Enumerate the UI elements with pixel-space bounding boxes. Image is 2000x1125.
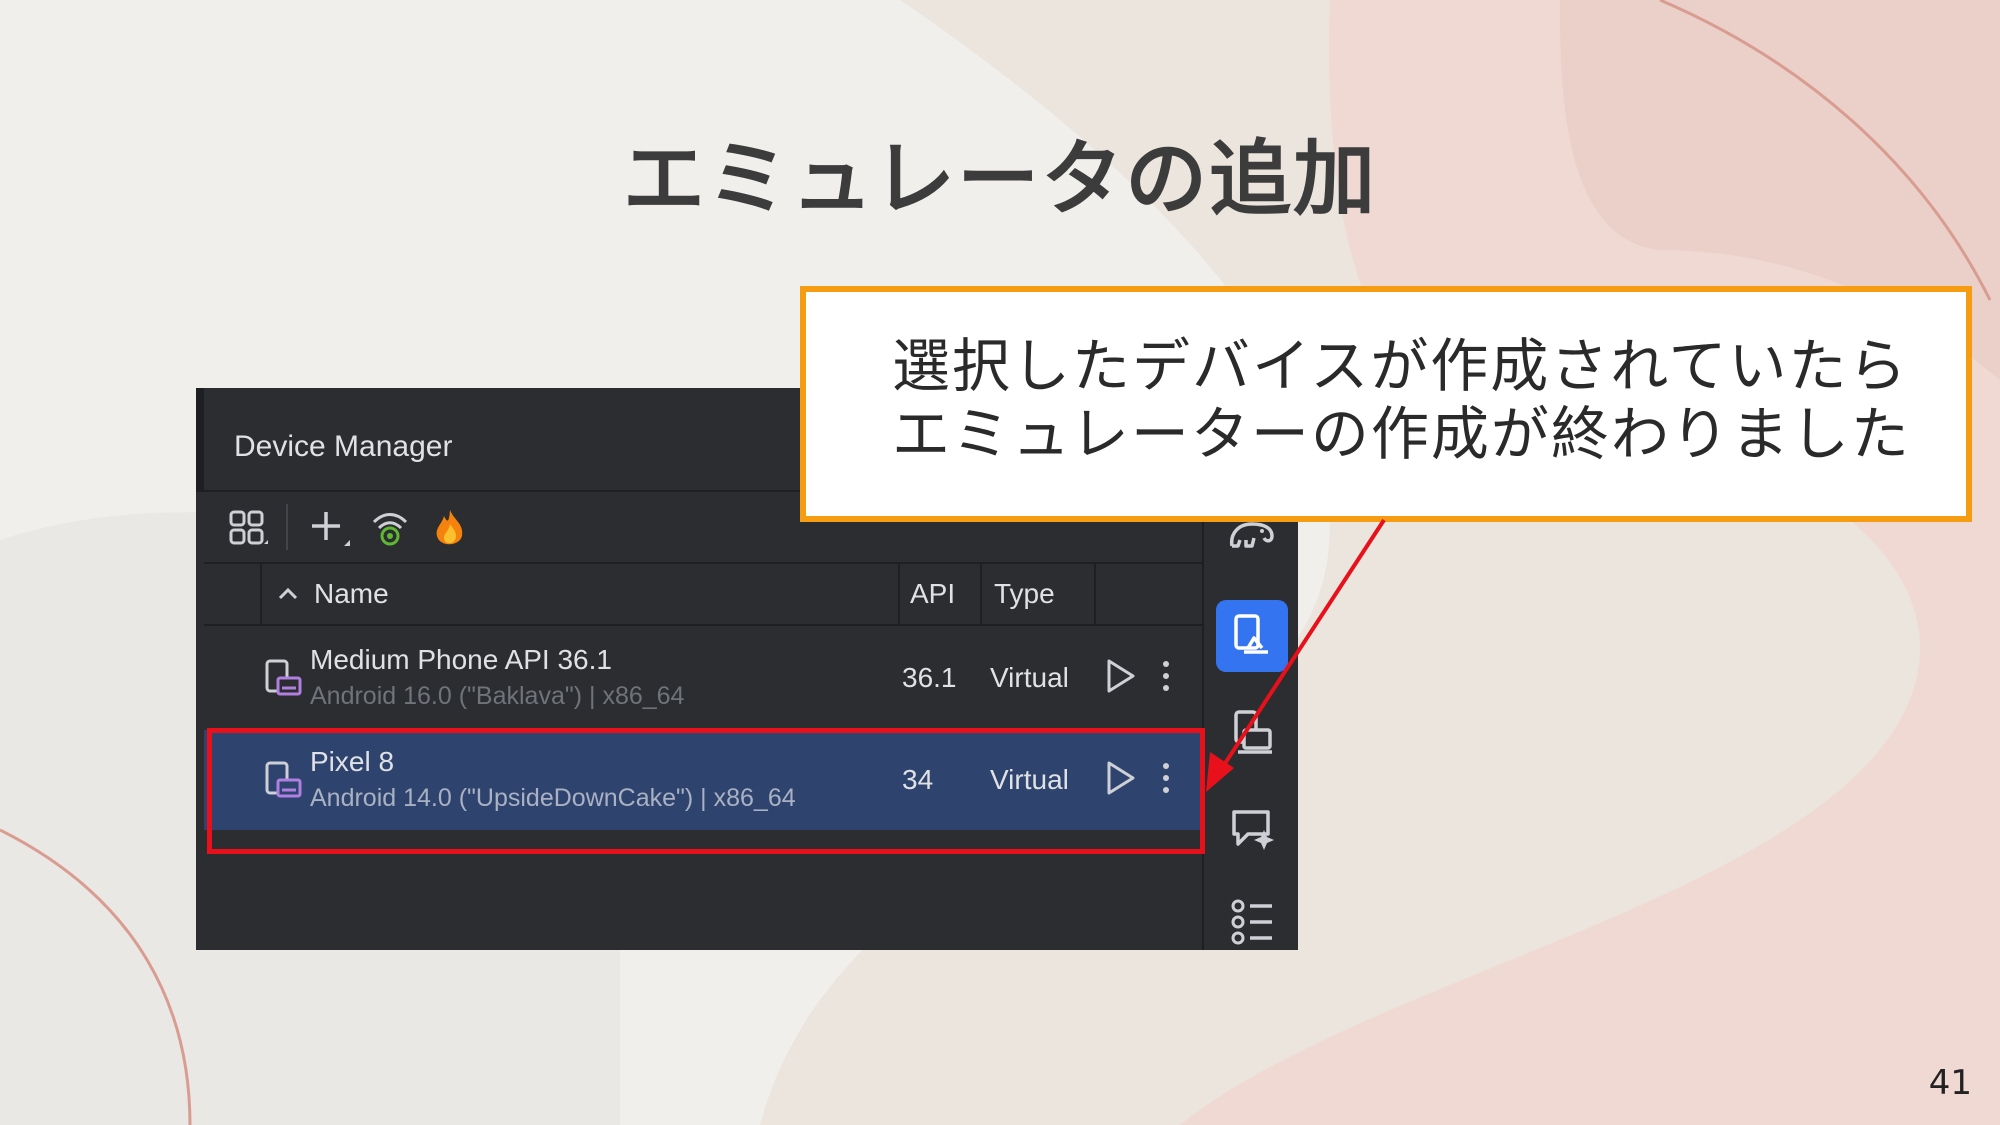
running-devices-icon[interactable] [1224, 704, 1280, 760]
firebase-icon[interactable] [428, 506, 472, 550]
column-header-type[interactable]: Type [994, 564, 1055, 624]
slide-title: エミュレータの追加 [622, 132, 1378, 227]
device-table-header: Name API Type [204, 564, 1202, 626]
column-header-api[interactable]: API [910, 564, 955, 624]
device-manager-icon[interactable] [1224, 608, 1280, 664]
callout-box: 選択したデバイスが作成されていたら エミュレーターの作成が終わりました [800, 286, 1972, 522]
device-type: Virtual [990, 662, 1069, 693]
toolbar-separator [286, 504, 288, 550]
highlight-box [207, 728, 1205, 854]
column-header-name[interactable]: Name [314, 564, 389, 624]
column-divider [898, 564, 900, 624]
column-divider [1094, 564, 1096, 624]
virtual-device-icon [265, 659, 302, 696]
column-divider [980, 564, 982, 624]
page-number: 41 [1928, 1063, 1972, 1103]
callout-line-2: エミュレーターの作成が終わりました [892, 400, 1911, 468]
structure-list-icon[interactable] [1224, 894, 1280, 950]
add-device-icon[interactable] [308, 506, 352, 550]
callout-line-1: 選択したデバイスが作成されていたら [892, 332, 1909, 400]
wifi-pairing-icon[interactable] [368, 506, 412, 550]
device-api: 36.1 [902, 662, 957, 693]
column-divider [260, 564, 262, 624]
play-icon[interactable] [1100, 656, 1140, 696]
sort-ascending-icon[interactable] [274, 580, 302, 608]
device-manager-title: Device Manager [234, 430, 453, 463]
device-grid-icon[interactable] [226, 506, 270, 550]
more-vert-icon[interactable] [1154, 656, 1178, 696]
device-name: Medium Phone API 36.1 [310, 644, 612, 675]
device-detail: Android 16.0 ("Baklava") | x86_64 [310, 682, 685, 710]
assistant-icon[interactable] [1224, 800, 1280, 856]
device-row-medium-phone[interactable]: Medium Phone API 36.1 Android 16.0 ("Bak… [204, 628, 1202, 728]
